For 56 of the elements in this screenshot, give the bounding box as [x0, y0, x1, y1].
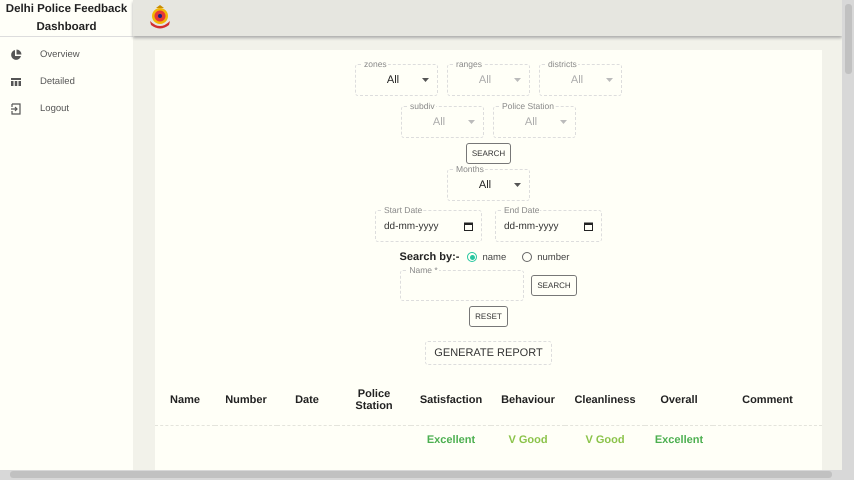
column-header: Satisfaction: [411, 383, 491, 426]
field-label: Police Station: [501, 101, 555, 111]
dropdown-caret-icon: [514, 78, 521, 82]
emblem-logo: [147, 5, 173, 31]
field-label: subdiv: [409, 101, 436, 111]
date-placeholder: dd-mm-yyyy: [384, 220, 440, 232]
column-header: Cleanliness: [565, 383, 645, 426]
dropdown-caret-icon: [606, 78, 613, 82]
select-value: All: [386, 74, 400, 86]
date-placeholder: dd-mm-yyyy: [504, 220, 560, 232]
field-label: zones: [363, 59, 388, 69]
field-label: districts: [547, 59, 578, 69]
rating-cell-text: V Good: [507, 433, 549, 448]
generate-report-button[interactable]: GENERATE REPORT: [425, 341, 552, 365]
reset-button[interactable]: RESET: [469, 306, 508, 327]
sidebar-item[interactable]: Logout: [0, 95, 133, 122]
search-by-label: Search by:-: [400, 251, 460, 263]
horizontal-scrollbar[interactable]: [0, 470, 842, 480]
rating-cell-text: Excellent: [654, 433, 704, 448]
select-value: All: [524, 116, 538, 128]
pie-chart-icon: [10, 48, 22, 60]
radio-label: name: [482, 252, 506, 262]
table-icon: [10, 76, 22, 88]
field-label: ranges: [455, 59, 483, 69]
column-header: Overall: [645, 383, 713, 426]
dropdown-caret-icon: [468, 120, 475, 124]
radio-label: number: [537, 252, 570, 262]
column-header: Behaviour: [491, 383, 565, 426]
dropdown-caret-icon: [514, 183, 521, 187]
select-value: All: [478, 74, 492, 86]
calendar-icon[interactable]: [464, 222, 473, 230]
search-button[interactable]: SEARCH: [466, 143, 512, 164]
search-button[interactable]: SEARCH: [531, 275, 577, 296]
column-header: Name: [155, 383, 215, 426]
radio-button[interactable]: [522, 252, 532, 262]
dropdown-caret-icon: [560, 120, 567, 124]
field-label: End Date: [503, 205, 540, 215]
radio-button[interactable]: [467, 252, 478, 262]
column-header: Number: [215, 383, 277, 426]
vertical-scrollbar[interactable]: [842, 0, 854, 480]
column-header: Police Station: [337, 383, 411, 426]
sidebar-item[interactable]: Detailed: [0, 68, 133, 95]
dropdown-caret-icon: [422, 78, 429, 82]
select-value: All: [478, 179, 492, 191]
calendar-icon[interactable]: [584, 222, 593, 230]
column-header: Date: [277, 383, 337, 426]
rating-cell-text: Excellent: [426, 433, 476, 448]
field-label: Name *: [408, 265, 439, 275]
rating-cell-text: V Good: [584, 433, 626, 448]
select-value: All: [432, 116, 446, 128]
column-header: Comment: [713, 383, 822, 426]
sidebar-item[interactable]: Overview: [0, 41, 133, 68]
field-label: Start Date: [383, 205, 424, 215]
field-label: Months: [455, 164, 485, 174]
logout-icon: [10, 102, 22, 114]
select-value: All: [570, 74, 584, 86]
